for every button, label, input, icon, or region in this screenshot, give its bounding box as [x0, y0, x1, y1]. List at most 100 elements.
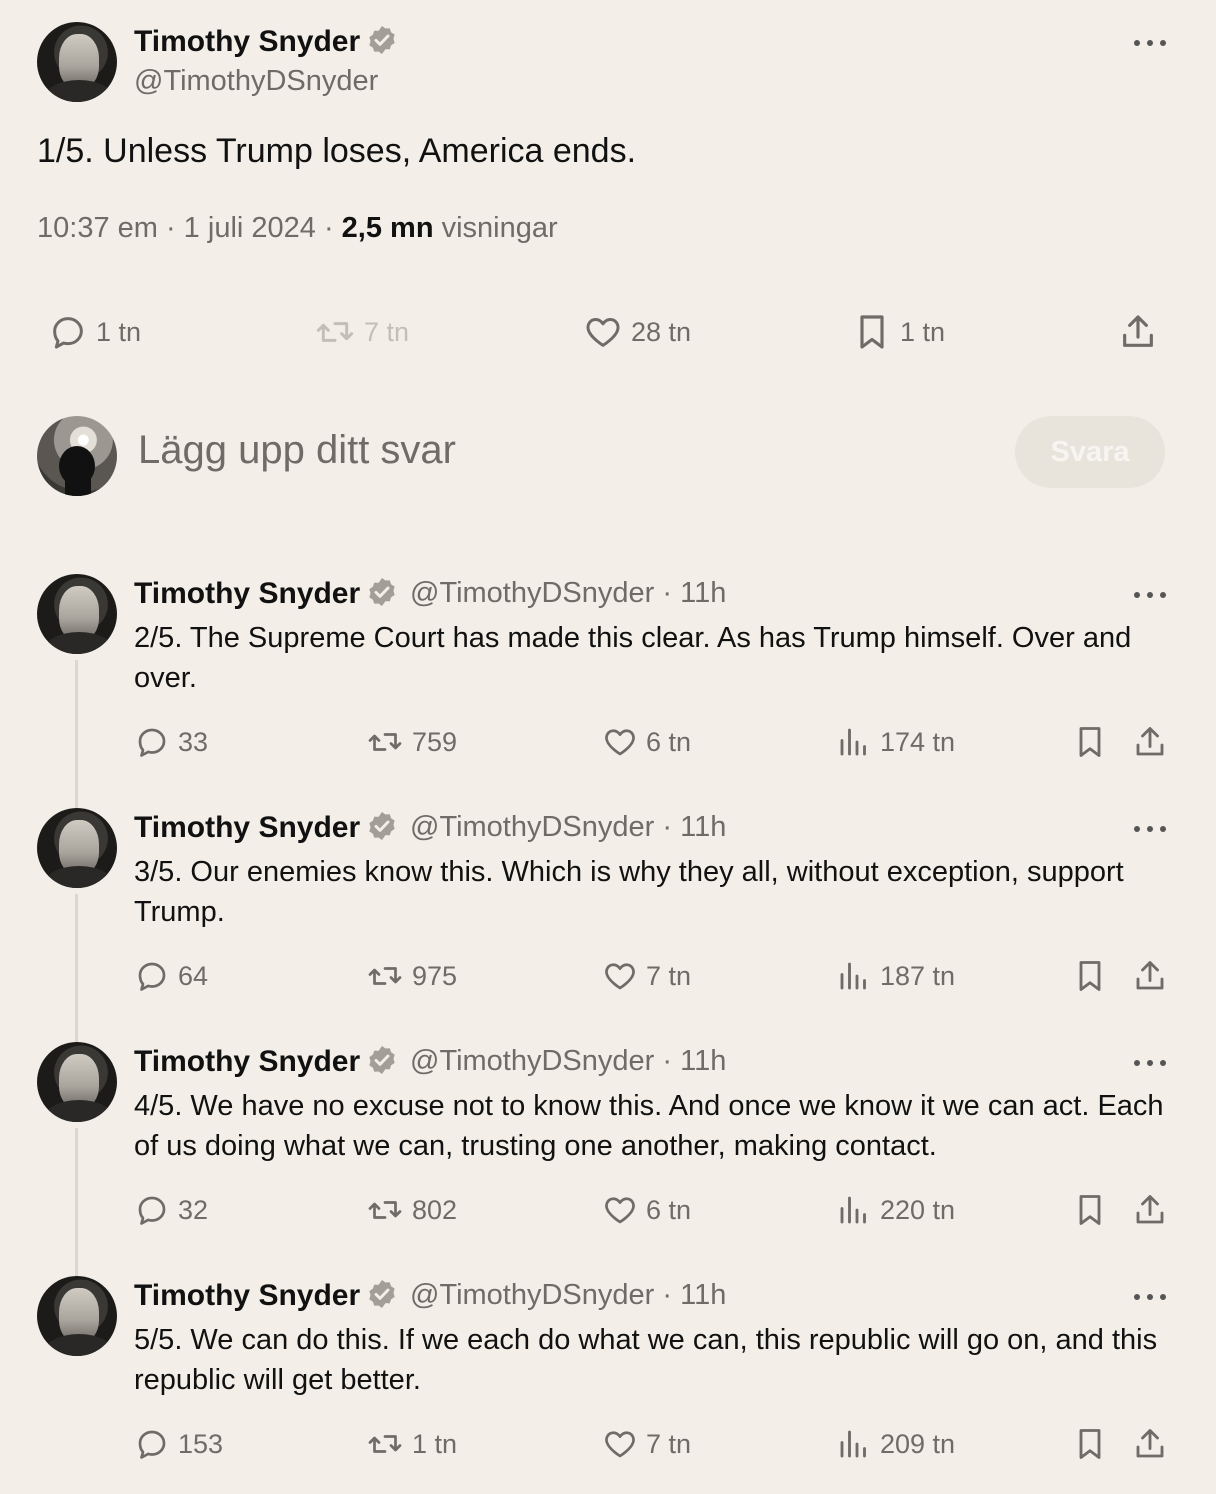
views-chart-icon: [836, 958, 872, 994]
more-options-icon[interactable]: [1134, 37, 1168, 49]
reply-button[interactable]: 33: [134, 724, 208, 760]
handle-time[interactable]: @TimothyDSnyder · 11h: [410, 577, 726, 610]
share-button[interactable]: [1132, 1192, 1176, 1228]
bookmark-button[interactable]: [1072, 1426, 1116, 1462]
like-button[interactable]: 6 tn: [602, 724, 691, 760]
author-avatar[interactable]: [37, 1042, 117, 1122]
bookmark-icon: [852, 312, 892, 352]
bookmark-button[interactable]: [1072, 1192, 1116, 1228]
author-name[interactable]: Timothy Snyder: [134, 810, 398, 845]
views-label: visningar: [433, 212, 558, 244]
views-count: 220 tn: [880, 1194, 956, 1225]
retweet-button[interactable]: 7 tn: [314, 312, 409, 352]
like-count: 7 tn: [646, 960, 692, 991]
retweet-count: 7 tn: [364, 316, 410, 347]
verified-badge-icon: [366, 24, 398, 56]
verified-badge-icon: [366, 810, 398, 842]
views-button[interactable]: 187 tn: [836, 958, 955, 994]
retweet-button[interactable]: 802: [366, 1192, 457, 1228]
reply-input[interactable]: Lägg upp ditt svar: [138, 428, 456, 473]
author-name-text: Timothy Snyder: [134, 25, 361, 58]
retweet-button[interactable]: 759: [366, 724, 457, 760]
avatar-shoulders: [43, 80, 115, 102]
retweet-icon: [314, 312, 356, 352]
avatar-shoulders: [43, 1100, 115, 1122]
retweet-button[interactable]: 1 tn: [366, 1426, 457, 1462]
reply-icon: [134, 958, 170, 994]
share-button[interactable]: [1118, 312, 1166, 352]
heart-icon: [602, 1426, 638, 1462]
reply-icon: [134, 1426, 170, 1462]
reply-button[interactable]: 153: [134, 1426, 223, 1462]
reply-button[interactable]: 32: [134, 1192, 208, 1228]
reply-submit-button[interactable]: Svara: [1015, 416, 1165, 488]
reply-button[interactable]: 64: [134, 958, 208, 994]
views-chart-icon: [836, 1426, 872, 1462]
avatar-shoulders: [43, 632, 115, 654]
reply-icon: [134, 1192, 170, 1228]
author-handle[interactable]: @TimothyDSnyder: [134, 65, 378, 98]
more-options-icon[interactable]: [1134, 1291, 1168, 1303]
reply-count: 153: [178, 1428, 224, 1459]
like-button[interactable]: 28 tn: [583, 312, 691, 352]
heart-icon: [583, 312, 623, 352]
bookmark-button[interactable]: [1072, 958, 1116, 994]
tweet-text: 2/5. The Supreme Court has made this cle…: [134, 622, 1132, 694]
views-button[interactable]: 209 tn: [836, 1426, 955, 1462]
more-options-icon[interactable]: [1134, 1057, 1168, 1069]
like-count: 6 tn: [646, 726, 692, 757]
retweet-icon: [366, 724, 404, 760]
author-avatar[interactable]: [37, 574, 117, 654]
current-user-avatar[interactable]: [37, 416, 117, 496]
views-button[interactable]: 220 tn: [836, 1192, 955, 1228]
tweet-text: 1/5. Unless Trump loses, America ends.: [37, 132, 637, 170]
verified-badge-icon: [366, 1044, 398, 1076]
bookmark-button[interactable]: 1 tn: [852, 312, 945, 352]
reply-count: 64: [178, 960, 209, 991]
tweet-text: 5/5. We can do this. If we each do what …: [134, 1324, 1158, 1396]
views-count: 2,5 mn: [341, 212, 434, 244]
views-chart-icon: [836, 724, 872, 760]
bookmark-icon: [1072, 958, 1108, 994]
share-button[interactable]: [1132, 958, 1176, 994]
author-name[interactable]: Timothy Snyder: [134, 1278, 398, 1313]
more-options-icon[interactable]: [1134, 589, 1168, 601]
tweet-timestamp[interactable]: 10:37 em · 1 juli 2024 ·: [37, 212, 342, 244]
bookmark-count: 1 tn: [900, 316, 946, 347]
thread-connector: [75, 1128, 78, 1278]
avatar-neck: [65, 478, 91, 496]
author-name[interactable]: Timothy Snyder: [134, 1044, 398, 1079]
reply-button[interactable]: 1 tn: [48, 312, 141, 352]
retweet-count: 975: [412, 960, 458, 991]
reply-count: 33: [178, 726, 209, 757]
handle-time[interactable]: @TimothyDSnyder · 11h: [410, 1279, 726, 1312]
tweet-text: 3/5. Our enemies know this. Which is why…: [134, 856, 1124, 928]
bookmark-button[interactable]: [1072, 724, 1116, 760]
author-avatar[interactable]: [37, 22, 117, 102]
like-button[interactable]: 6 tn: [602, 1192, 691, 1228]
retweet-count: 1 tn: [412, 1428, 458, 1459]
author-name[interactable]: Timothy Snyder: [134, 24, 398, 59]
share-button[interactable]: [1132, 1426, 1176, 1462]
avatar-shoulders: [43, 1334, 115, 1356]
handle-time[interactable]: @TimothyDSnyder · 11h: [410, 811, 726, 844]
share-button[interactable]: [1132, 724, 1176, 760]
bookmark-icon: [1072, 1192, 1108, 1228]
author-name[interactable]: Timothy Snyder: [134, 576, 398, 611]
views-count: 174 tn: [880, 726, 956, 757]
like-button[interactable]: 7 tn: [602, 1426, 691, 1462]
views-button[interactable]: 174 tn: [836, 724, 955, 760]
views-chart-icon: [836, 1192, 872, 1228]
tweet-text: 4/5. We have no excuse not to know this.…: [134, 1090, 1164, 1162]
more-options-icon[interactable]: [1134, 823, 1168, 835]
bookmark-icon: [1072, 1426, 1108, 1462]
share-icon: [1132, 1192, 1168, 1228]
author-avatar[interactable]: [37, 1276, 117, 1356]
author-name-text: Timothy Snyder: [134, 577, 361, 610]
heart-icon: [602, 724, 638, 760]
like-button[interactable]: 7 tn: [602, 958, 691, 994]
author-avatar[interactable]: [37, 808, 117, 888]
retweet-button[interactable]: 975: [366, 958, 457, 994]
reply-icon: [48, 312, 88, 352]
handle-time[interactable]: @TimothyDSnyder · 11h: [410, 1045, 726, 1078]
